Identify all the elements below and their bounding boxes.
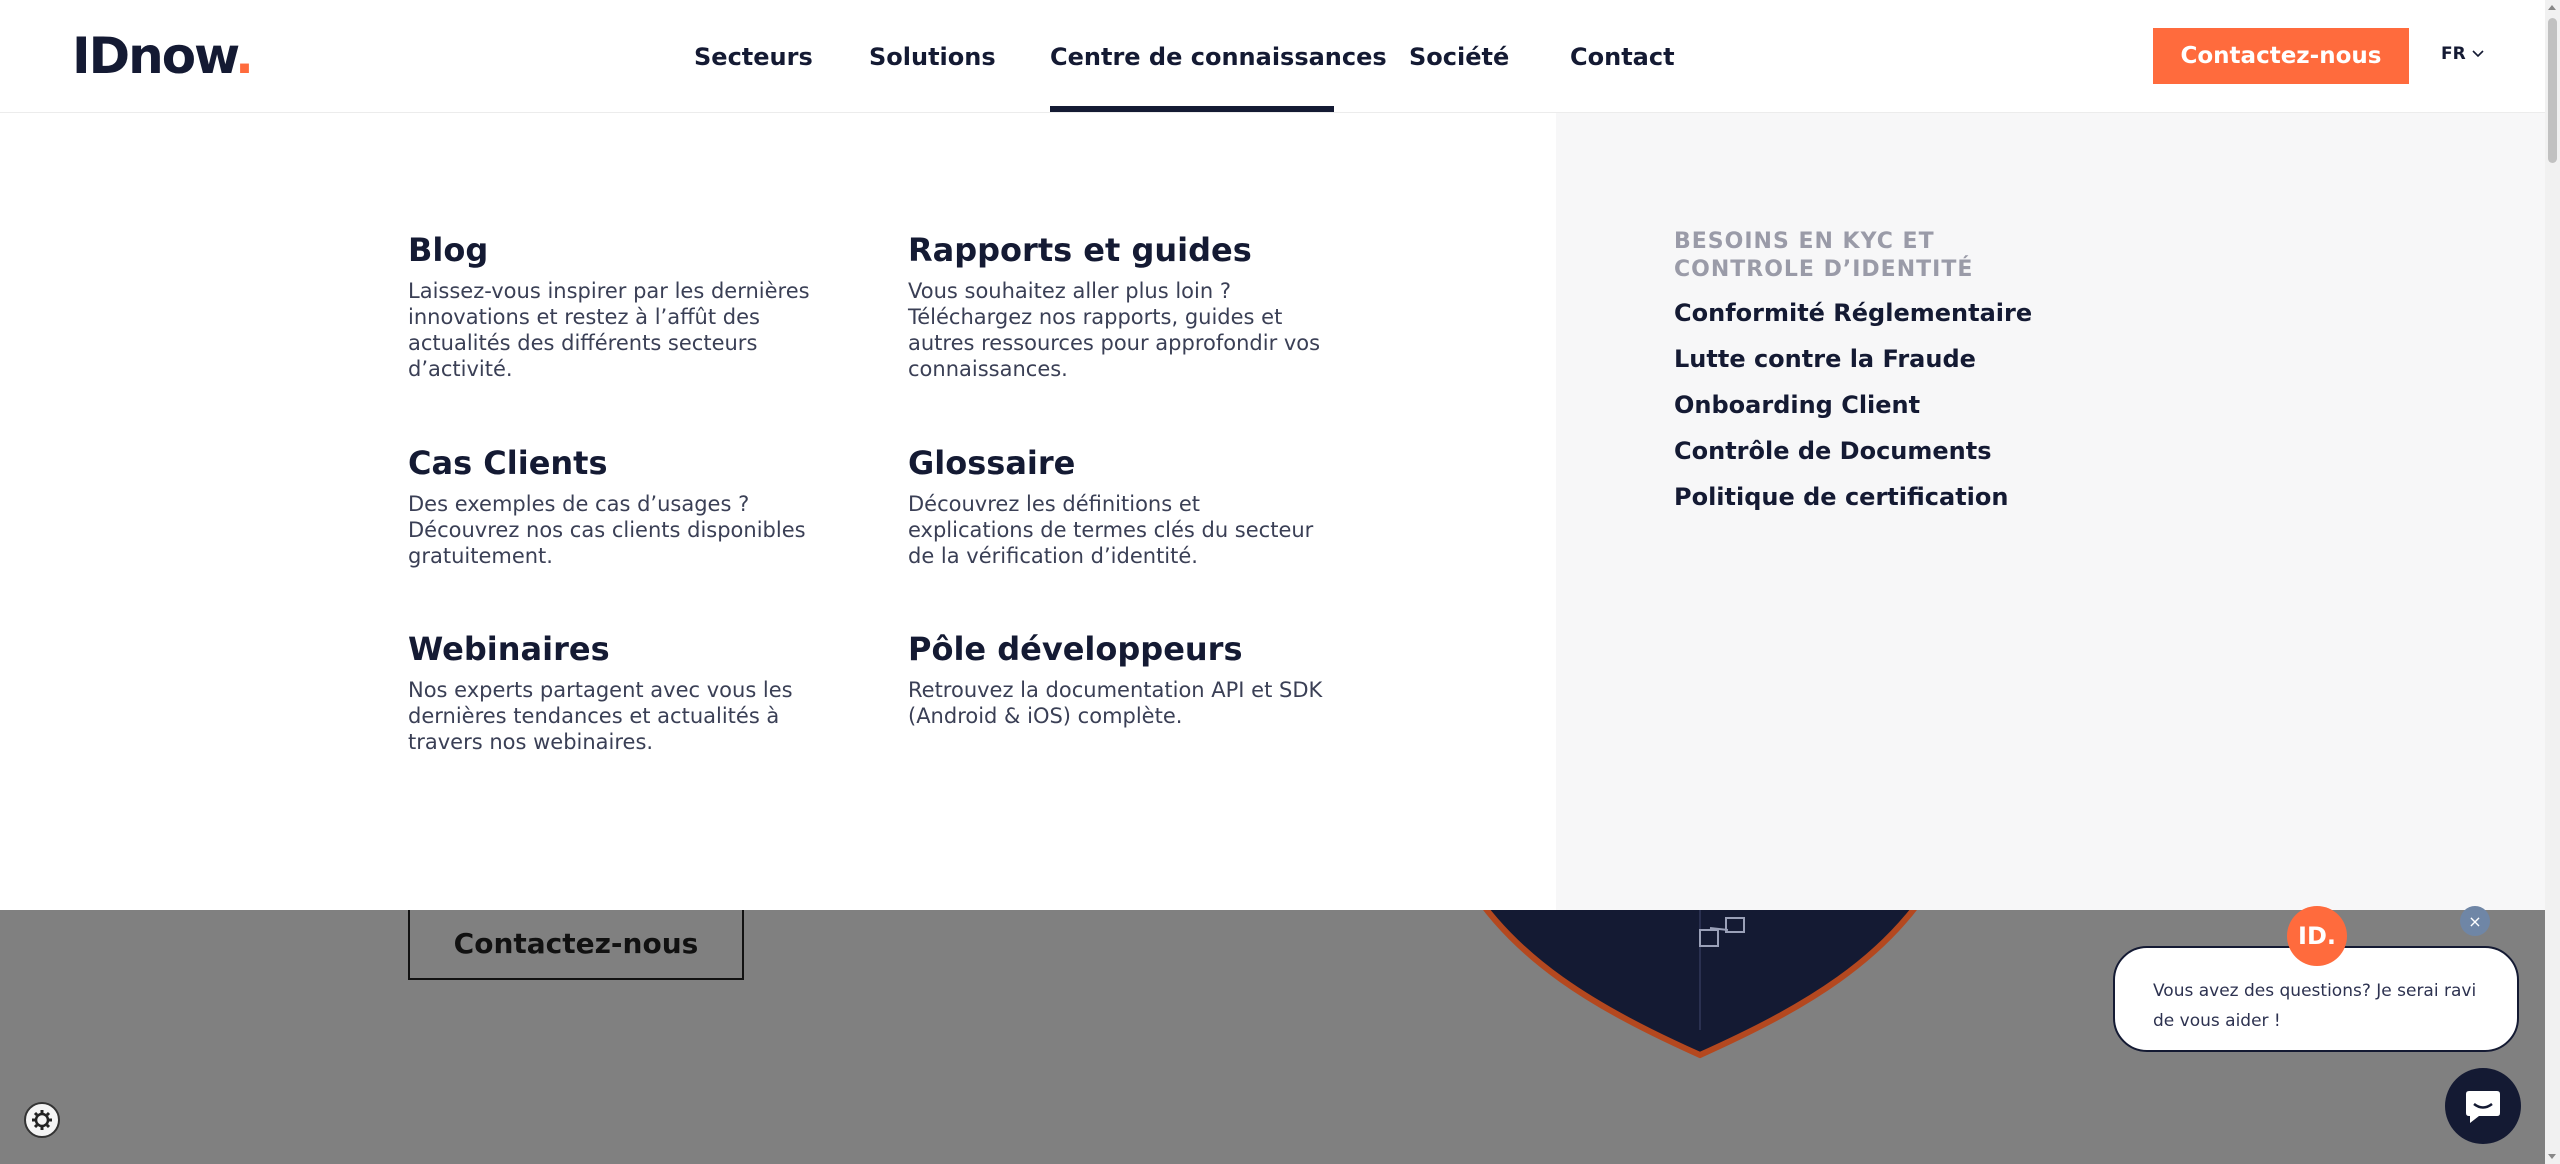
menu-card-description: Découvrez les définitions et explication…	[908, 492, 1314, 568]
sidebar-link-controle-documents[interactable]: Contrôle de Documents	[1674, 436, 1992, 466]
menu-card-pole-developpeurs[interactable]: Pôle développeurs Retrouvez la documenta…	[908, 629, 1328, 729]
menu-card-title: Pôle développeurs	[908, 630, 1243, 668]
menu-card-description: Retrouvez la documentation API et SDK (A…	[908, 678, 1323, 728]
menu-card-title: Blog	[408, 231, 489, 269]
idnow-logo[interactable]: IDnow.	[72, 26, 254, 86]
sidebar-heading: BESOINS EN KYC ET CONTROLE D’IDENTITÉ	[1674, 229, 1974, 282]
nav-centre-de-connaissances[interactable]: Centre de connaissances	[1050, 42, 1387, 72]
sidebar-link-conformite[interactable]: Conformité Réglementaire	[1674, 298, 2032, 328]
active-nav-indicator	[1050, 106, 1334, 112]
chat-close-button[interactable]: ×	[2460, 906, 2490, 936]
menu-card-description: Nos experts partagent avec vous les dern…	[408, 678, 793, 754]
chat-icon	[2466, 1091, 2500, 1123]
menu-card-title: Rapports et guides	[908, 231, 1252, 269]
site-header: IDnow. Secteurs Solutions Centre de conn…	[0, 0, 2545, 113]
nav-contact[interactable]: Contact	[1570, 42, 1675, 72]
sidebar-link-certification[interactable]: Politique de certification	[1674, 482, 2008, 512]
language-selector[interactable]: FR	[2441, 44, 2484, 64]
scroll-up-arrow[interactable]	[2548, 5, 2556, 10]
close-icon: ×	[2468, 911, 2482, 931]
cookie-settings-icon	[32, 1110, 52, 1130]
chat-launcher-button[interactable]	[2445, 1068, 2521, 1144]
menu-card-webinaires[interactable]: Webinaires Nos experts partagent avec vo…	[408, 629, 828, 755]
menu-card-description: Laissez-vous inspirer par les dernières …	[408, 279, 810, 381]
menu-card-description: Vous souhaitez aller plus loin ? Télécha…	[908, 279, 1321, 381]
scroll-thumb[interactable]	[2548, 18, 2557, 163]
nav-solutions[interactable]: Solutions	[869, 42, 996, 72]
menu-card-title: Webinaires	[408, 630, 610, 668]
nav-societe[interactable]: Société	[1409, 42, 1509, 72]
chat-avatar: ID.	[2287, 906, 2347, 966]
sidebar-link-onboarding[interactable]: Onboarding Client	[1674, 390, 1920, 420]
menu-card-description: Des exemples de cas d’usages ? Découvrez…	[408, 492, 806, 568]
knowledge-center-mega-menu: Blog Laissez-vous inspirer par les derni…	[0, 113, 2545, 910]
chevron-down-icon	[2472, 50, 2484, 58]
menu-card-rapports-guides[interactable]: Rapports et guides Vous souhaitez aller …	[908, 230, 1328, 382]
page-scrollbar[interactable]	[2545, 0, 2560, 1164]
header-contact-button[interactable]: Contactez-nous	[2153, 28, 2409, 84]
nav-secteurs[interactable]: Secteurs	[694, 42, 813, 72]
menu-card-cas-clients[interactable]: Cas Clients Des exemples de cas d’usages…	[408, 443, 828, 569]
menu-card-glossaire[interactable]: Glossaire Découvrez les définitions et e…	[908, 443, 1328, 569]
language-label: FR	[2441, 44, 2466, 64]
scroll-down-arrow[interactable]	[2548, 1154, 2556, 1159]
menu-card-title: Glossaire	[908, 444, 1076, 482]
sidebar-link-fraude[interactable]: Lutte contre la Fraude	[1674, 344, 1976, 374]
cookie-settings-button[interactable]	[24, 1102, 60, 1138]
page-contact-button[interactable]: Contactez-nous	[408, 906, 744, 980]
menu-card-blog[interactable]: Blog Laissez-vous inspirer par les derni…	[408, 230, 828, 382]
menu-card-title: Cas Clients	[408, 444, 608, 482]
